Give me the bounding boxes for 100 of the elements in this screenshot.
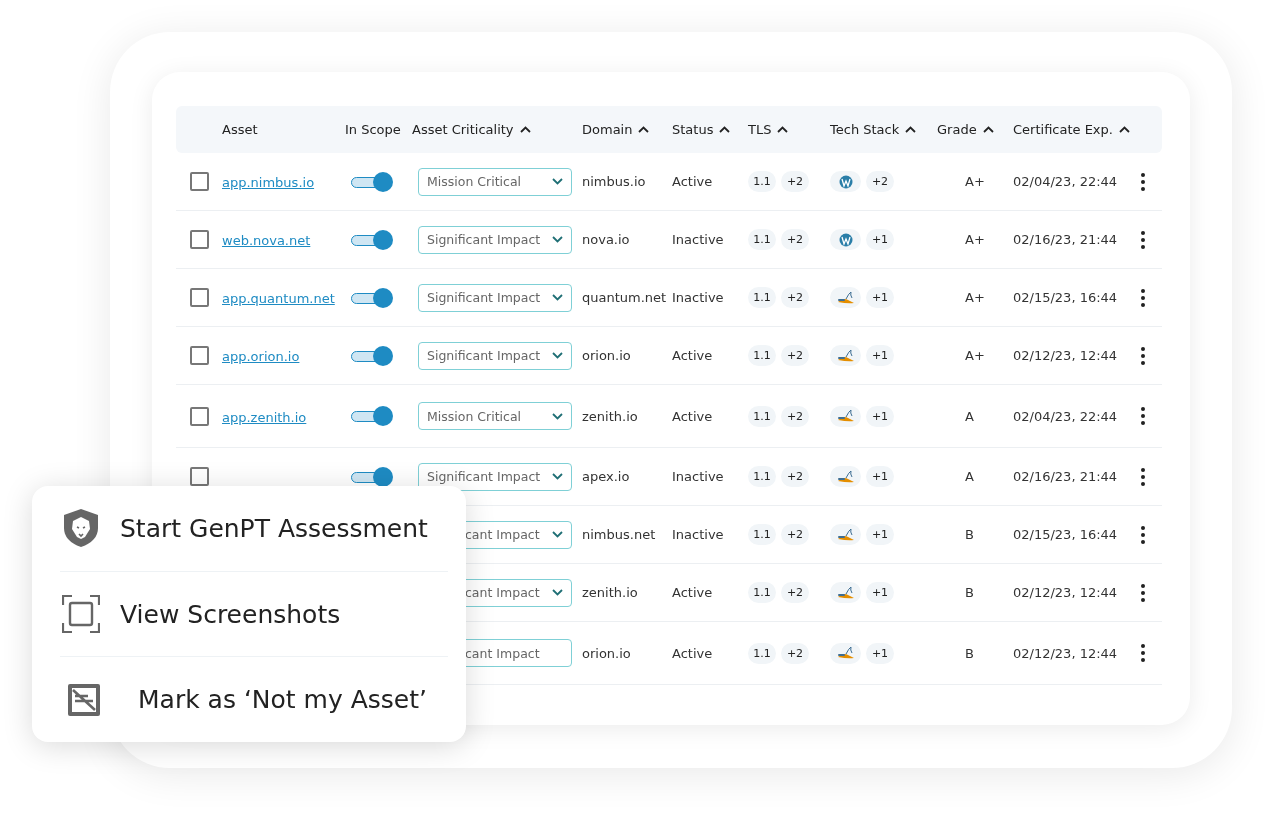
domain-text: zenith.io [582, 408, 639, 424]
tls-tag: +2 [781, 524, 809, 545]
criticality-select[interactable]: Mission Critical [418, 167, 572, 196]
domain-text: orion.io [582, 645, 632, 661]
dolphin-icon [835, 290, 856, 305]
tls-tag: +2 [781, 582, 809, 603]
scope-toggle[interactable] [351, 466, 393, 487]
row-checkbox[interactable] [190, 346, 209, 365]
column-header: In Scope [345, 122, 401, 137]
more-icon[interactable] [1140, 583, 1146, 602]
asset-link[interactable]: app.orion.io [222, 349, 300, 364]
scope-toggle[interactable] [351, 287, 393, 308]
domain-text: apex.io [582, 469, 631, 484]
grade-text: A+ [964, 232, 986, 247]
status-text: Inactive [672, 527, 725, 542]
asset-link[interactable]: app.nimbus.io [222, 175, 315, 190]
tech-count-tag: +1 [866, 582, 894, 603]
grade-text: A [964, 408, 975, 424]
column-header[interactable]: Tech Stack [830, 122, 900, 137]
more-icon[interactable] [1140, 644, 1146, 662]
more-icon[interactable] [1140, 172, 1146, 191]
more-icon[interactable] [1140, 230, 1146, 249]
grade-text: A+ [964, 290, 986, 305]
sort-chevron-icon [638, 126, 650, 133]
status-text: Active [672, 348, 714, 363]
more-icon[interactable] [1140, 525, 1146, 544]
cert-date: 02/12/23, 12:44 [1013, 585, 1119, 600]
tls-tag: +2 [781, 287, 809, 308]
tech-count-tag: +2 [866, 171, 894, 192]
more-icon[interactable] [1140, 467, 1146, 486]
criticality-select[interactable]: Significant Impact [418, 341, 572, 370]
cert-date: 02/12/23, 12:44 [1013, 348, 1119, 363]
row-checkbox[interactable] [190, 467, 209, 486]
column-header[interactable]: Certificate Exp. [1013, 122, 1113, 137]
caret-icon [552, 352, 563, 359]
grade-text: A+ [964, 174, 986, 189]
column-header[interactable]: TLS [748, 122, 772, 137]
dolphin-icon [835, 409, 856, 423]
tls-tag: 1.1 [748, 345, 776, 366]
domain-text: orion.io [582, 348, 632, 363]
column-header: Asset [222, 122, 258, 137]
cert-date: 02/04/23, 22:44 [1013, 174, 1119, 189]
scope-toggle[interactable] [351, 345, 393, 366]
column-header[interactable]: Grade [937, 122, 977, 137]
tech-count-tag: +1 [866, 642, 894, 664]
tls-tag: +2 [781, 642, 809, 664]
grade-text: B [964, 585, 975, 600]
caret-icon [552, 178, 563, 185]
tech-count-tag: +1 [866, 466, 894, 487]
scope-toggle[interactable] [351, 171, 393, 192]
cert-date: 02/12/23, 12:44 [1013, 645, 1119, 661]
tech-count-tag: +1 [866, 287, 894, 308]
status-text: Inactive [672, 232, 725, 247]
tls-tag: 1.1 [748, 405, 776, 427]
tls-tag: 1.1 [748, 582, 776, 603]
tls-tag: 1.1 [748, 466, 776, 487]
asset-link[interactable]: app.zenith.io [222, 409, 307, 425]
caret-icon [552, 473, 563, 480]
sort-chevron-icon [905, 126, 917, 133]
criticality-select[interactable]: Significant Impact [418, 283, 572, 312]
caret-icon [552, 236, 563, 243]
sort-chevron-icon [519, 126, 531, 133]
domain-text: quantum.net [582, 290, 668, 305]
row-checkbox[interactable] [190, 288, 209, 307]
row-checkbox[interactable] [190, 172, 209, 191]
asset-link[interactable]: web.nova.net [222, 233, 311, 248]
scope-toggle[interactable] [351, 229, 393, 250]
more-icon[interactable] [1140, 346, 1146, 365]
row-checkbox[interactable] [190, 406, 209, 426]
sort-chevron-icon [777, 126, 789, 133]
wordpress-icon [838, 174, 853, 189]
tech-count-tag: +1 [866, 524, 894, 545]
dolphin-icon [835, 527, 856, 542]
status-text: Active [672, 174, 714, 189]
domain-text: zenith.io [582, 585, 639, 600]
cert-date: 02/16/23, 21:44 [1013, 469, 1119, 484]
column-header[interactable]: Asset Criticality [412, 122, 514, 137]
menu-item[interactable]: Start GenPT Assessment [60, 486, 448, 572]
criticality-select[interactable]: Mission Critical [418, 402, 572, 430]
tls-tag: +2 [781, 345, 809, 366]
tls-tag: 1.1 [748, 287, 776, 308]
tech-count-tag: +1 [866, 405, 894, 427]
more-icon[interactable] [1140, 407, 1146, 425]
scope-toggle[interactable] [351, 406, 393, 426]
asset-link[interactable]: app.quantum.net [222, 291, 335, 306]
row-checkbox[interactable] [190, 230, 209, 249]
criticality-select[interactable]: Significant Impact [418, 225, 572, 254]
screenshot-frame-icon [62, 595, 100, 633]
grade-text: A [964, 469, 975, 484]
dolphin-icon [835, 646, 856, 660]
grade-text: A+ [964, 348, 986, 363]
cert-date: 02/15/23, 16:44 [1013, 290, 1119, 305]
tls-tag: 1.1 [748, 642, 776, 664]
menu-item[interactable]: View Screenshots [60, 571, 448, 658]
column-header[interactable]: Status [672, 122, 714, 137]
status-text: Active [672, 585, 714, 600]
caret-icon [552, 531, 563, 538]
column-header[interactable]: Domain [582, 122, 633, 137]
tls-tag: +2 [781, 466, 809, 487]
more-icon[interactable] [1140, 288, 1146, 307]
